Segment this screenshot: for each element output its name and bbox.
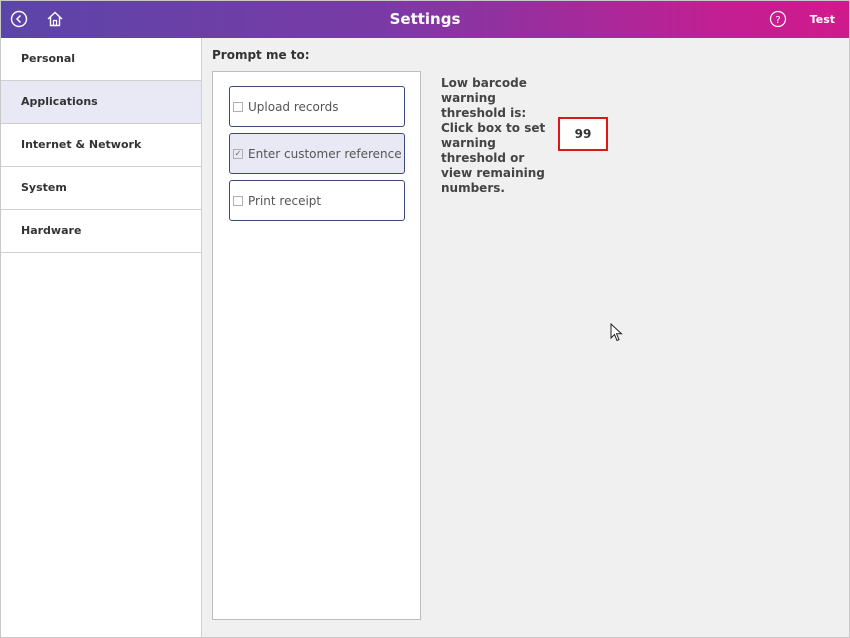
option-upload-records[interactable]: Upload records [229,86,405,127]
sidebar-item-personal[interactable]: Personal [1,38,201,81]
checkbox-icon [233,195,243,206]
user-label[interactable]: Test [810,1,835,38]
app-window: Settings ? Test Personal Applications In… [0,0,850,638]
page-title: Settings [389,10,461,28]
help-circle-icon[interactable]: ? [768,9,788,29]
checkbox-icon [233,101,243,112]
header-bar: Settings ? Test [1,1,849,38]
checkbox-checked-icon: ✓ [233,148,243,159]
option-print-receipt[interactable]: Print receipt [229,180,405,221]
sidebar-item-hardware[interactable]: Hardware [1,210,201,253]
option-label: Enter customer reference [248,146,402,161]
sidebar-item-system[interactable]: System [1,167,201,210]
prompt-options-panel: Upload records ✓ Enter customer referenc… [212,71,421,620]
option-enter-customer-reference[interactable]: ✓ Enter customer reference [229,133,405,174]
sidebar: Personal Applications Internet & Network… [1,38,202,637]
sidebar-item-applications[interactable]: Applications [1,81,201,124]
prompt-label: Prompt me to: [212,48,310,62]
barcode-warning-text: Low barcode warning threshold is: Click … [441,76,546,195]
option-label: Print receipt [248,193,322,208]
option-label: Upload records [248,99,339,114]
svg-text:?: ? [775,15,780,26]
threshold-input[interactable]: 99 [558,117,608,151]
main-content: Prompt me to: Upload records ✓ Enter cus… [202,38,849,637]
sidebar-item-internet-network[interactable]: Internet & Network [1,124,201,167]
mouse-cursor-icon [610,323,623,342]
